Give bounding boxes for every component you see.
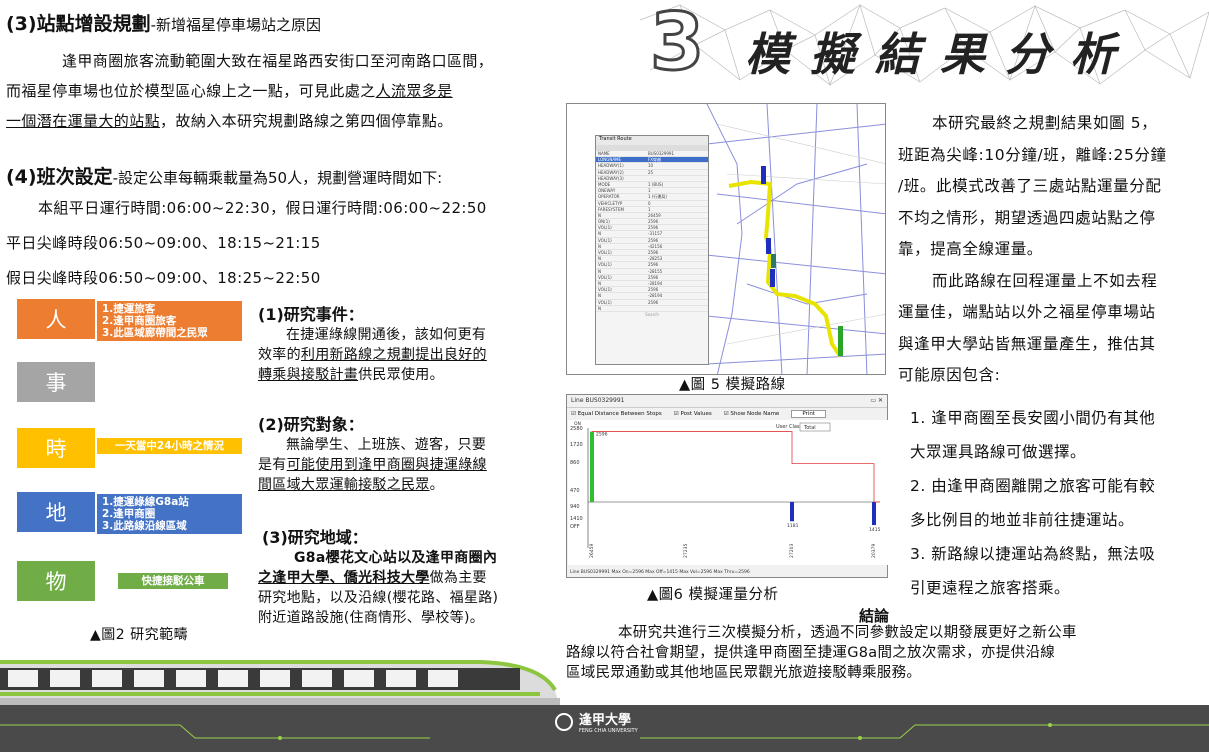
fig6-y-tick: 940 [570,504,580,510]
transit-route-panel: Transit Route NAME BUS0329991 LONGNAME FX穿越… [595,135,709,365]
scope-tile-desc-5: 快捷接駁公車 [118,573,228,589]
reason-2: 2. 由逢甲商圈離開之旅客可能有較 [910,477,1156,495]
transit-route-table: NAME BUS0329991 LONGNAME FX穿越 HEADWAY(1) 10 HE… [596,151,708,312]
section-3-heading: (3)站點增設規劃-新增福星停車場站之原因 [6,13,322,35]
results-text: 本研究最終之規劃結果如圖 5， 班距為尖峰:10分鐘/班，離峰:25分鐘 /班。… [898,114,1167,384]
fig5-caption: ▲圖 5 模擬路線 [679,377,786,393]
fig6-y-tick: OFF [570,524,580,530]
scope-tile-desc-1: 1.捷運旅客 2.逢甲商圈旅客 3.此區域廊帶間之民眾 [97,301,242,341]
fig6-y-tick: 860 [570,460,580,466]
scope-tile-desc-3: 一天當中24小時之情況 [97,438,242,454]
fig6-y-tick: 470 [570,488,580,494]
fig6-x-label: 26459 [589,544,595,558]
fig6-user-class: User Class [776,424,803,430]
research-area-body: G8a櫻花文心站以及逢甲商圈內 之逢甲大學、僑光科技大學做為主要 研究地點，以及… [258,550,499,626]
reasons-list: 1. 逢甲商圈至長安國小間仍有其他 大眾運具路線可做選擇。 2. 由逢甲商圈離開… [910,401,1206,605]
fig6-opt-post-values[interactable]: ☑ Post Values [674,411,712,417]
fig6-y-tick: 1720 [570,442,583,448]
fig6-volume-chart: Line BUS0329991 ▭ ✕ ☑ Equal Distance Bet… [566,394,888,578]
route-bar [838,326,843,356]
scope-tile-2: 事 [17,362,95,402]
scope-tile-desc-2: 逢甲商圈與捷運綠線 之接駁 [122,372,217,396]
fig6-off-bar [790,502,794,522]
fig6-off-bar [872,502,876,526]
reason-3: 3. 新路線以捷運站為終點，無法吸 [910,545,1156,563]
research-object-body: 無論學生、上班族、遊客，只要 是有可能使用到逢甲商圈與捷運綠線 間區域大眾運輸接… [258,437,487,493]
footer-bar: 逢甲大學 FENG CHIA UNIVERSITY [0,705,1209,752]
fig6-user-class-value: Total [803,425,816,431]
fig6-bar-label: 1415 [869,527,881,533]
research-object-title: (2)研究對象： [258,415,364,434]
fig6-window-controls: ▭ ✕ [870,397,883,404]
title-number: 3 [648,0,705,88]
scope-tile-1: 人 [17,299,95,339]
research-description: (1)研究事件： 在捷運綠線開通後，該如何更有 效率的利用新路線之規劃提出良好的… [258,301,563,628]
scope-tile-3: 時 [17,428,95,468]
title-text: 模擬結果分析 [745,28,1136,81]
scope-tile-4: 地 [17,492,95,532]
research-area-title: (3)研究地域： [262,528,368,547]
fig6-opt-show-node-name[interactable]: ☑ Show Node Name [724,411,780,417]
conclusion-body: 本研究共進行三次模擬分析，透過不同參數設定以期發展更好之新公車 路線以符合社會期… [566,625,1077,681]
fig6-print-button[interactable]: Print [791,410,826,418]
fig6-on-bar [590,431,594,502]
fig6-status: Line BUS0329991 Max On=2596 Max Off=1415… [570,570,750,575]
reason-1: 1. 逢甲商圈至長安國小間仍有其他 [910,409,1156,427]
transit-route-search: Search [645,311,659,317]
fig6-y-tick: 1410 [570,516,583,522]
fig6-window-title: Line BUS0329991 [571,397,625,404]
fig6-x-label: 20379 [871,544,877,558]
fig5-route-map: Transit Route NAME BUS0329991 LONGNAME FX穿越… [566,103,886,375]
fig6-bar-label: 2596 [596,432,608,438]
route-bar [766,238,771,254]
research-event-body: 在捷運綠線開通後，該如何更有 效率的利用新路線之規劃提出良好的 轉乘與接駁計畫供… [258,327,487,383]
transit-route-panel-title: Transit Route [596,136,708,145]
scope-tile-desc-4: 1.捷運綠線G8a站 2.逢甲商圈 3.此路線沿線區域 [97,494,242,534]
fig6-on-label: ON [574,421,581,427]
train-illustration [0,660,560,710]
route-bar [770,269,775,287]
fig6-caption: ▲圖6 模擬運量分析 [647,587,779,603]
university-seal-icon [555,712,573,731]
section-3-body: 逢甲商圈旅客流動範圍大致在福星路西安街口至河南路口區間， 而福星停車場也位於模型… [6,52,494,130]
scope-tile-5: 物 [17,561,95,601]
section-4-heading: (4)班次設定-設定公車每輛乘載量為50人，規劃營運時間如下: [6,166,443,188]
route-bar [771,254,776,268]
fig6-plot-area: 258017208604709401410OFF2596118114152645… [568,420,888,565]
section-4-body: 本組平日運行時間:06:00~22:30，假日運行時間:06:00~22:50 … [6,199,487,287]
research-event-title: (1)研究事件： [258,305,364,324]
fig6-x-label: 27235 [683,544,689,558]
fig2-caption: ▲圖2 研究範疇 [90,627,189,643]
fig6-bar-label: 1181 [787,523,799,529]
university-logo: 逢甲大學 FENG CHIA UNIVERSITY [555,709,638,734]
fig6-x-label: 27203 [789,544,795,558]
fig6-opt-equal-distance[interactable]: ☑ Equal Distance Between Stops [571,411,662,417]
route-bar [761,166,766,184]
fig6-volume-line [592,431,880,503]
